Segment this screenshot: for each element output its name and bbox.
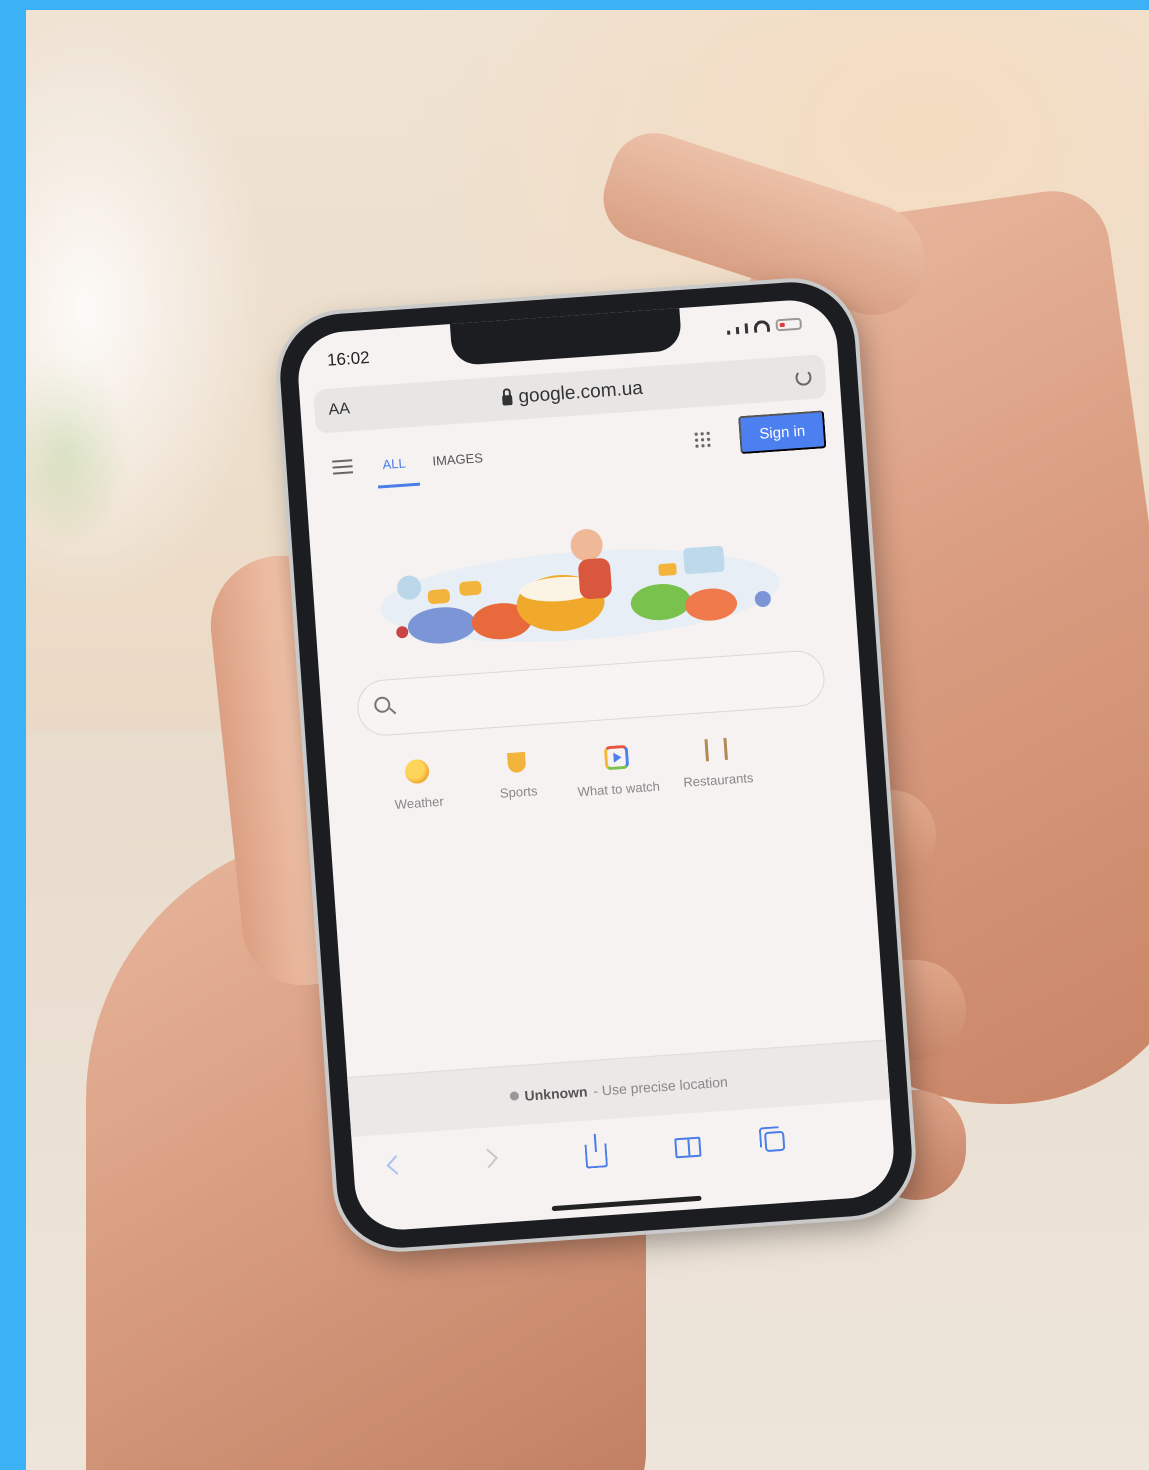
reload-icon[interactable] (794, 369, 813, 387)
shortcut-label: Sports (499, 783, 538, 801)
lock-icon (502, 394, 514, 406)
signal-icon (727, 330, 731, 335)
text-size-button[interactable]: AA (328, 400, 351, 419)
back-icon[interactable] (386, 1155, 407, 1175)
signal-icon (744, 323, 749, 334)
location-dot-icon (509, 1091, 519, 1101)
phone-body: 16:02 AA google.com.ua ALL IMAGES Sign i… (276, 278, 916, 1252)
photo-background: 16:02 AA google.com.ua ALL IMAGES Sign i… (26, 10, 1149, 1470)
shortcut-row: Weather Sports What to watch Restaurants (361, 731, 833, 843)
play-icon (603, 744, 630, 771)
bookmarks-icon[interactable] (674, 1136, 702, 1159)
wifi-icon (753, 319, 771, 333)
search-icon (373, 696, 391, 714)
active-tab-indicator (377, 482, 421, 489)
shortcut-label: Weather (394, 793, 445, 813)
fork-knife-icon (704, 737, 728, 762)
shortcut-weather[interactable]: Weather (361, 756, 474, 815)
tab-all[interactable]: ALL (382, 456, 406, 473)
status-time: 16:02 (326, 347, 371, 370)
signal-icon (735, 326, 740, 335)
url-text: google.com.ua (517, 377, 644, 408)
apps-grid-icon[interactable] (692, 430, 713, 450)
weather-icon (404, 758, 430, 785)
shortcut-label: Restaurants (682, 770, 754, 790)
forward-icon[interactable] (478, 1148, 499, 1169)
shortcut-sports[interactable]: Sports (461, 749, 574, 804)
menu-icon[interactable] (332, 459, 354, 475)
sign-in-button[interactable]: Sign in (738, 410, 827, 455)
share-icon[interactable] (584, 1143, 609, 1169)
shortcut-what-to-watch[interactable]: What to watch (561, 742, 674, 801)
google-doodle[interactable] (365, 501, 793, 660)
tab-images[interactable]: IMAGES (432, 450, 484, 468)
battery-icon (775, 317, 803, 332)
phone-screen: 16:02 AA google.com.ua ALL IMAGES Sign i… (295, 297, 897, 1233)
url-display[interactable]: google.com.ua (502, 378, 644, 410)
trophy-icon (506, 751, 527, 774)
search-input[interactable] (355, 648, 827, 738)
use-precise-location-link[interactable]: - Use precise location (593, 1073, 728, 1098)
tabs-icon[interactable] (764, 1130, 786, 1153)
phone-notch (449, 306, 683, 367)
frame-border-left (0, 0, 26, 1470)
frame-border-top (0, 0, 1149, 10)
location-status: Unknown (523, 1082, 588, 1104)
shortcut-label: What to watch (577, 778, 661, 800)
status-icons (726, 317, 803, 335)
shortcut-restaurants[interactable]: Restaurants (661, 735, 774, 792)
